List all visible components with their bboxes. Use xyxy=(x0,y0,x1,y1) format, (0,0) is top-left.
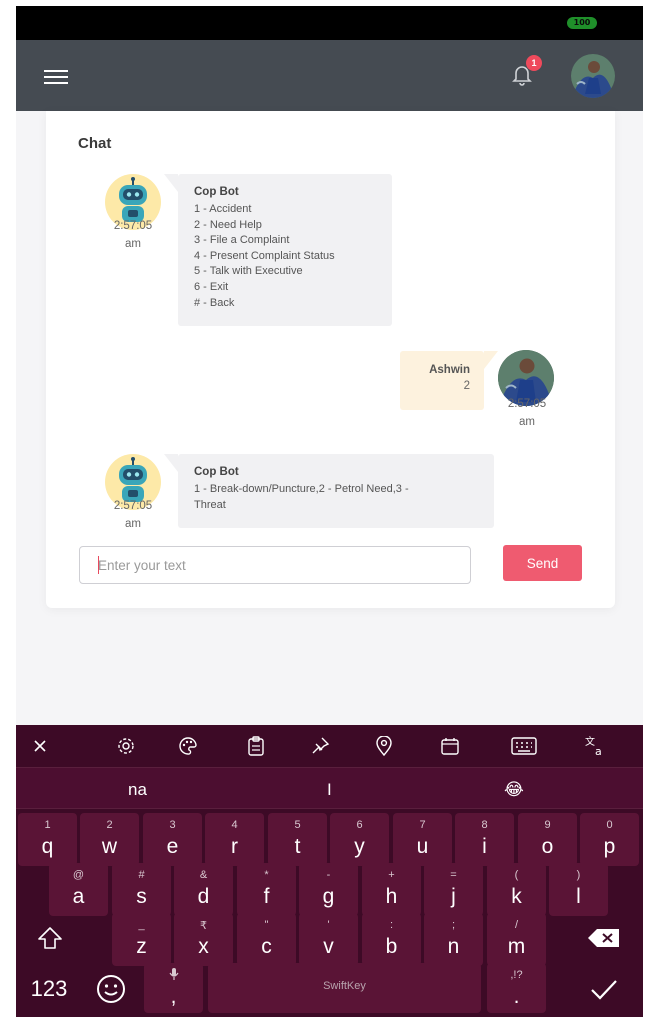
key-v[interactable]: ' v xyxy=(299,913,358,966)
app-header: 1 xyxy=(16,40,643,111)
suggestion-item[interactable]: I xyxy=(327,780,332,800)
text-caret xyxy=(98,556,99,574)
period-key[interactable]: ,!? . xyxy=(487,963,546,1013)
svg-text:a: a xyxy=(595,745,602,757)
space-bar[interactable]: SwiftKey xyxy=(208,963,481,1013)
keyboard-toolbar: 文a xyxy=(16,725,643,767)
numbers-key[interactable]: 123 xyxy=(22,965,76,1013)
message-input[interactable] xyxy=(79,546,471,584)
swiftkey-logo: SwiftKey xyxy=(323,980,366,992)
translate-icon[interactable]: 文a xyxy=(582,734,612,758)
key-c[interactable]: " c xyxy=(237,913,296,966)
battery-indicator: 100 xyxy=(567,17,597,29)
key-k[interactable]: (k xyxy=(487,863,546,916)
message-time: 2:57:05 am xyxy=(113,500,153,530)
key-d[interactable]: & d xyxy=(174,863,233,916)
key-l[interactable]: ) l xyxy=(549,863,608,916)
user-message-bubble: Ashwin 2 xyxy=(400,351,498,410)
location-icon[interactable] xyxy=(372,734,396,758)
key-n[interactable]: ; n xyxy=(424,913,483,966)
checkmark-icon[interactable] xyxy=(576,965,632,1013)
close-icon[interactable] xyxy=(28,734,52,758)
chat-card: Chat 2:57:05 am Cop Bot 1 - Accident 2 -… xyxy=(46,111,615,608)
key-q[interactable]: 1q xyxy=(18,813,77,866)
microphone-icon xyxy=(144,967,203,984)
on-screen-keyboard: 文a na I 😂 1q 2w 3e 4r 5t 6y 7u 8i 9o 0p … xyxy=(16,725,643,1017)
key-r[interactable]: 4r xyxy=(205,813,264,866)
key-f[interactable]: * f xyxy=(237,863,296,916)
backspace-icon[interactable] xyxy=(578,913,630,963)
key-e[interactable]: 3e xyxy=(143,813,202,866)
key-o[interactable]: 9o xyxy=(518,813,577,866)
palette-icon[interactable] xyxy=(176,734,200,758)
sender-name: Ashwin xyxy=(429,364,470,376)
bot-message-bubble: Cop Bot 1 - Break-down/Puncture,2 - Petr… xyxy=(164,454,494,528)
key-i[interactable]: 8i xyxy=(455,813,514,866)
bot-message-bubble: Cop Bot 1 - Accident 2 - Need Help 3 - F… xyxy=(164,174,392,326)
key-p[interactable]: 0p xyxy=(580,813,639,866)
key-j[interactable]: = j xyxy=(424,863,483,916)
message-time: 2:57:05 am xyxy=(507,398,547,428)
pin-icon[interactable] xyxy=(308,734,332,758)
profile-avatar[interactable] xyxy=(571,54,615,98)
key-a[interactable]: @ a xyxy=(49,863,108,916)
chat-area: Chat 2:57:05 am Cop Bot 1 - Accident 2 -… xyxy=(16,111,643,725)
key-h[interactable]: + h xyxy=(362,863,421,916)
key-u[interactable]: 7u xyxy=(393,813,452,866)
emoji-icon[interactable] xyxy=(88,965,134,1013)
clipboard-icon[interactable] xyxy=(244,734,268,758)
menu-icon[interactable] xyxy=(44,70,68,84)
comma-key[interactable]: , xyxy=(144,963,203,1013)
key-g[interactable]: -g xyxy=(299,863,358,916)
key-y[interactable]: 6y xyxy=(330,813,389,866)
gear-icon[interactable] xyxy=(114,734,138,758)
key-z[interactable]: _ z xyxy=(112,913,171,966)
suggestion-item[interactable]: na xyxy=(128,780,147,800)
svg-text:文: 文 xyxy=(585,735,595,748)
message-text: 2 xyxy=(463,380,470,392)
key-w[interactable]: 2w xyxy=(80,813,139,866)
shift-icon[interactable] xyxy=(24,913,76,963)
screen: 100 1 Chat 2:57:05 am Cop Bot 1 - Accide… xyxy=(0,0,645,1017)
key-m[interactable]: / m xyxy=(487,913,546,966)
send-button[interactable]: Send xyxy=(503,545,582,581)
suggestion-item[interactable]: 😂 xyxy=(504,780,524,800)
sender-name: Cop Bot xyxy=(194,466,239,478)
message-time: 2:57:05 am xyxy=(113,220,153,250)
sender-name: Cop Bot xyxy=(194,186,239,198)
calendar-icon[interactable] xyxy=(438,734,462,758)
key-s[interactable]: # s xyxy=(112,863,171,916)
key-x[interactable]: ₹ x xyxy=(174,913,233,966)
key-b[interactable]: :b xyxy=(362,913,421,966)
key-t[interactable]: 5t xyxy=(268,813,327,866)
status-bar: 100 xyxy=(16,6,643,40)
suggestion-bar: na I 😂 xyxy=(16,767,643,809)
keyboard-icon[interactable] xyxy=(510,734,538,758)
notification-badge: 1 xyxy=(526,55,542,71)
chat-title: Chat xyxy=(78,135,112,152)
